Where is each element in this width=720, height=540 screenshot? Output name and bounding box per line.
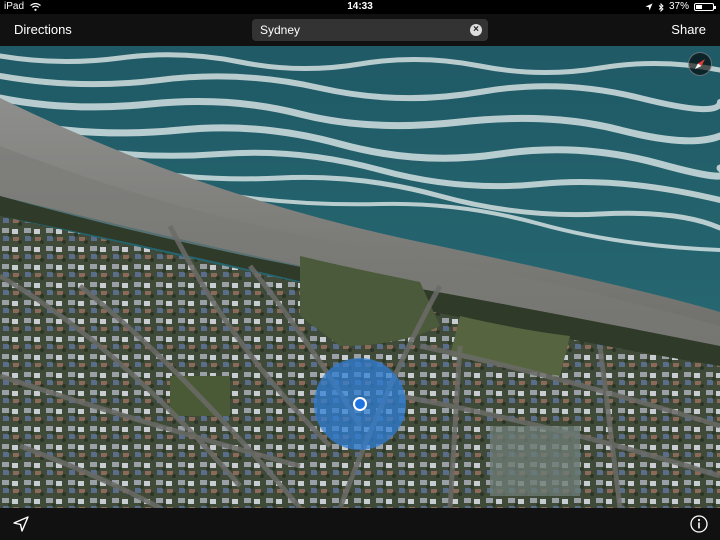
location-arrow-icon	[645, 3, 653, 11]
battery-icon	[694, 3, 716, 11]
tracking-arrow-icon[interactable]	[12, 515, 30, 533]
status-time: 14:33	[347, 1, 373, 12]
clear-search-icon[interactable]: ×	[470, 24, 482, 36]
share-button[interactable]: Share	[671, 14, 706, 46]
compass-icon[interactable]	[688, 52, 712, 76]
bluetooth-icon	[658, 2, 664, 12]
battery-percent: 37%	[668, 1, 689, 12]
status-bar: iPad 14:33 37%	[0, 0, 720, 14]
search-input[interactable]	[258, 22, 470, 38]
search-field[interactable]: ×	[252, 19, 488, 41]
map-imagery	[0, 46, 720, 508]
battery-level-fill	[696, 5, 702, 9]
satellite-map[interactable]	[0, 46, 720, 508]
nav-bar: Directions × Share	[0, 14, 720, 46]
info-icon[interactable]	[690, 515, 708, 533]
directions-button[interactable]: Directions	[14, 14, 72, 46]
bottom-toolbar	[0, 508, 720, 540]
